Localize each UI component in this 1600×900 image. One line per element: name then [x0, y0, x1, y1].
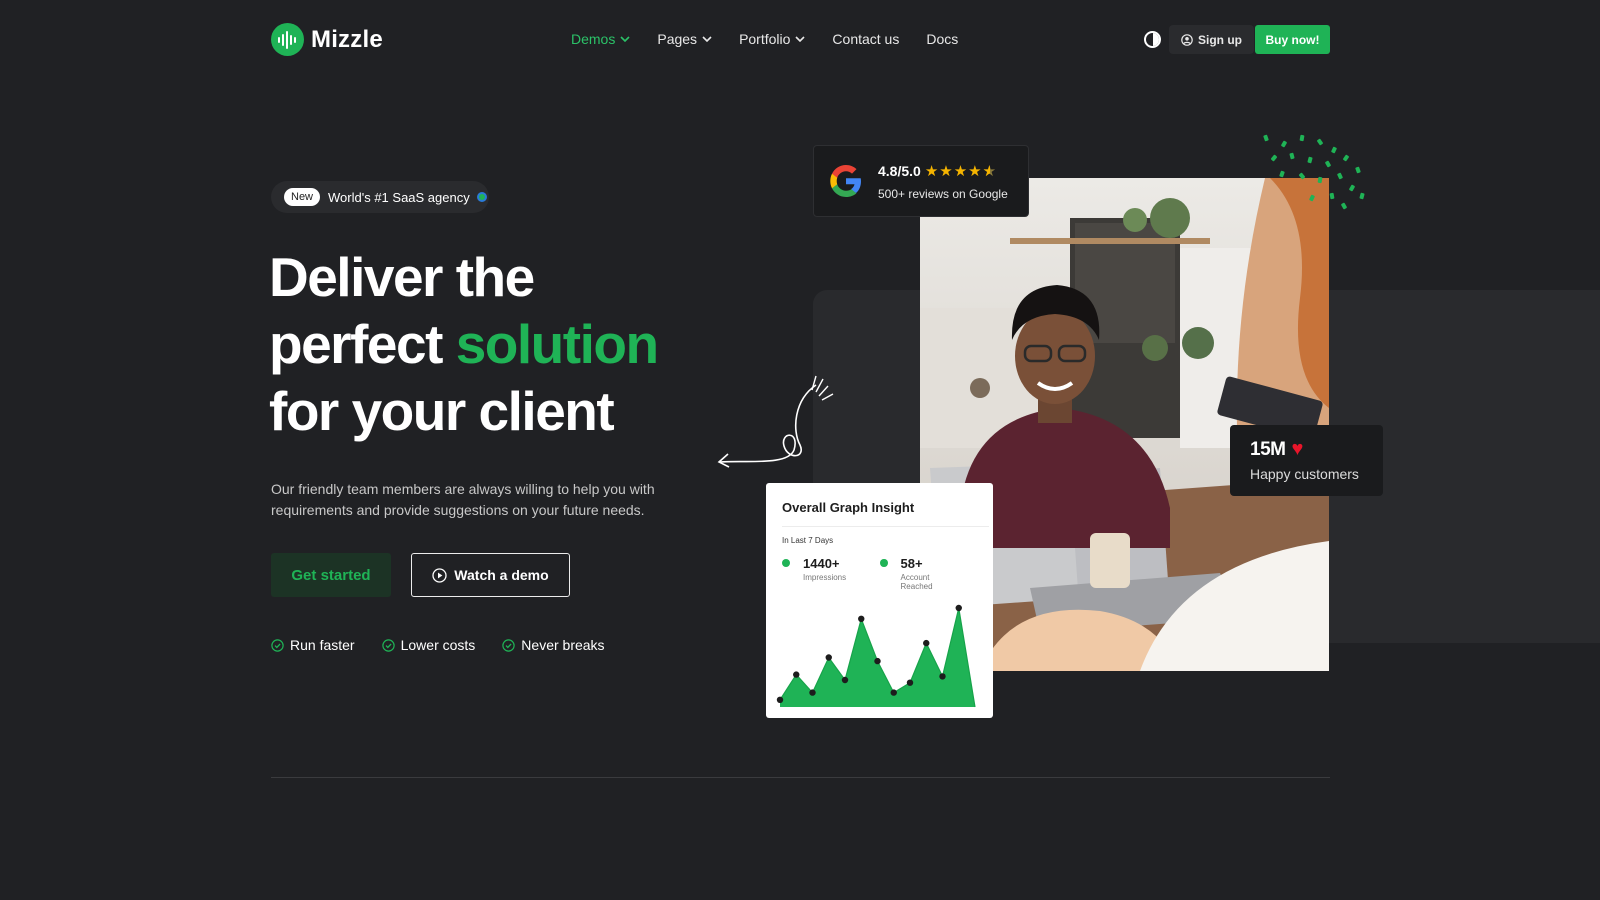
badge-text: World's #1 SaaS agency	[328, 189, 470, 205]
bullet-dot-icon	[782, 559, 790, 567]
watch-demo-label: Watch a demo	[454, 567, 549, 583]
graph-card-title: Overall Graph Insight	[782, 500, 915, 515]
area-chart	[776, 604, 976, 708]
nav-label: Contact us	[832, 31, 900, 47]
chevron-down-icon	[795, 36, 805, 42]
hero-badge: New World's #1 SaaS agency	[271, 181, 489, 213]
get-started-button[interactable]: Get started	[271, 553, 391, 597]
customers-value: 15M	[1250, 438, 1286, 460]
heart-icon: ♥	[1291, 438, 1303, 460]
check-circle-icon	[502, 638, 515, 652]
headline-text: perfect	[269, 313, 456, 375]
nav-item-pages[interactable]: Pages	[657, 31, 712, 47]
headline-line-2: perfect solution	[269, 311, 659, 378]
headline-line-3: for your client	[269, 380, 615, 442]
stat-label: Impressions	[803, 573, 847, 582]
logo[interactable]: Mizzle	[271, 23, 383, 56]
check-circle-icon	[381, 638, 395, 652]
stat-impressions: 1440+ Impressions	[782, 556, 846, 591]
buy-now-button[interactable]: Buy now!	[1255, 25, 1330, 54]
customers-value-row: 15M ♥	[1250, 438, 1383, 461]
feature-label: Run faster	[290, 637, 355, 653]
chevron-down-icon	[702, 36, 712, 42]
stat-label: Account Reached	[900, 573, 933, 591]
chart-point	[939, 673, 946, 680]
curved-arrow-icon	[717, 375, 834, 468]
chart-point	[793, 671, 800, 678]
nav-label: Pages	[657, 31, 698, 47]
stat-value: 1440+	[803, 556, 840, 571]
status-dot-icon	[476, 192, 487, 202]
nav-label: Docs	[926, 31, 959, 47]
reviews-count: 500+ reviews on Google	[878, 186, 1008, 201]
nav-label: Portfolio	[739, 31, 791, 47]
nav-item-demos[interactable]: Demos	[571, 31, 630, 47]
hero-headline: Deliver the perfect solution for your cl…	[269, 244, 659, 445]
chart-point	[923, 639, 930, 647]
bullet-dot-icon	[880, 559, 888, 567]
nav-item-contact[interactable]: Contact us	[832, 31, 899, 47]
google-logo-icon	[830, 165, 861, 197]
watch-demo-button[interactable]: Watch a demo	[411, 553, 570, 597]
graph-period: In Last 7 Days	[782, 536, 834, 545]
chart-point	[874, 657, 881, 665]
graph-insight-card: Overall Graph Insight In Last 7 Days 144…	[766, 483, 993, 718]
confetti-decoration-icon	[1263, 134, 1365, 210]
stat-account-reached: 58+ Account Reached	[880, 556, 959, 591]
check-circle-icon	[271, 638, 284, 652]
rating-row: 4.8/5.0 ★★★★★★	[878, 162, 1008, 180]
feature-label: Never breaks	[521, 637, 605, 653]
chart-point	[906, 679, 914, 686]
customers-label: Happy customers	[1250, 466, 1359, 482]
stat-value: 58+	[900, 556, 923, 571]
chart-point	[955, 604, 962, 612]
feature-item: Never breaks	[502, 637, 605, 653]
google-rating-card: 4.8/5.0 ★★★★★★ 500+ reviews on Google	[813, 145, 1029, 217]
rating-value: 4.8/5.0	[878, 162, 921, 179]
chart-point	[890, 689, 897, 696]
play-circle-icon	[432, 567, 447, 583]
chart-point	[858, 615, 865, 622]
feature-list: Run faster Lower costs Never breaks	[271, 637, 632, 653]
signup-label: Sign up	[1198, 32, 1242, 47]
feature-item: Lower costs	[381, 637, 476, 653]
nav-item-portfolio[interactable]: Portfolio	[739, 31, 805, 47]
chart-point	[825, 654, 832, 661]
divider	[782, 526, 989, 527]
nav-label: Demos	[571, 31, 616, 47]
feature-label: Lower costs	[400, 637, 476, 653]
hero-subtext: Our friendly team members are always wil…	[271, 481, 655, 518]
section-divider	[271, 777, 1330, 778]
chart-point	[809, 689, 816, 696]
feature-item: Run faster	[271, 637, 355, 653]
theme-toggle-icon[interactable]	[1144, 31, 1161, 48]
chart-point	[841, 676, 849, 684]
new-tag: New	[284, 188, 321, 206]
nav-item-docs[interactable]: Docs	[926, 31, 958, 47]
brand-name: Mizzle	[311, 25, 383, 53]
headline-accent: solution	[455, 313, 659, 375]
chart-point	[776, 696, 784, 703]
graph-stats: 1440+ Impressions 58+ Account Reached	[782, 556, 993, 591]
soundwave-icon	[271, 23, 304, 56]
rating-text-block: 4.8/5.0 ★★★★★★ 500+ reviews on Google	[878, 162, 1008, 201]
chevron-down-icon	[620, 36, 630, 42]
star-rating-icon: ★★★★★★	[924, 162, 998, 180]
headline-line-1: Deliver the	[269, 246, 535, 308]
main-nav: Demos Pages Portfolio Contact us Docs	[571, 31, 985, 47]
signup-button[interactable]: Sign up	[1169, 25, 1254, 54]
chart-area-series	[780, 608, 975, 707]
happy-customers-card: 15M ♥ Happy customers	[1230, 425, 1383, 496]
user-icon	[1181, 33, 1193, 46]
